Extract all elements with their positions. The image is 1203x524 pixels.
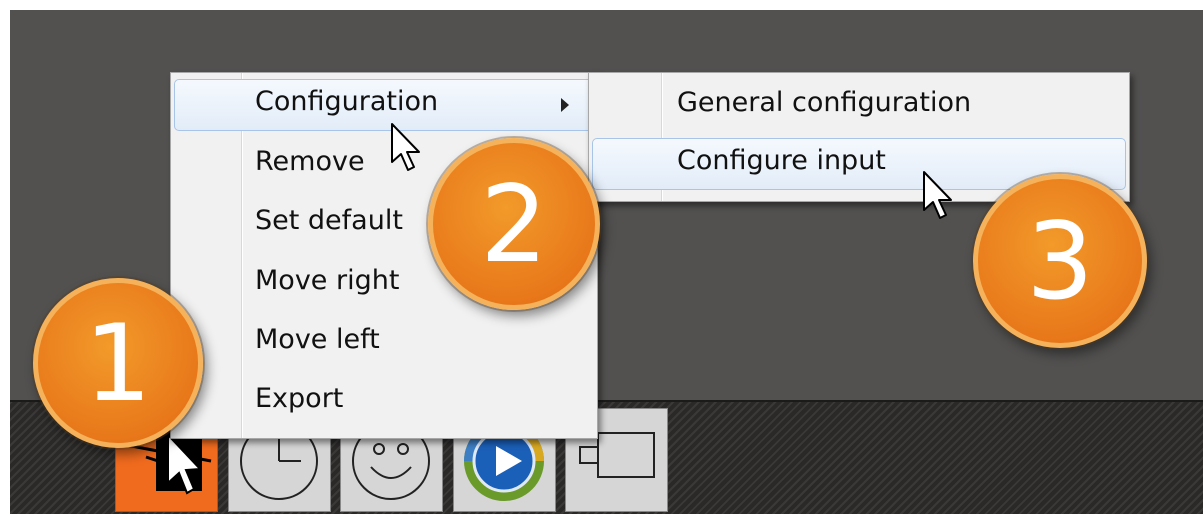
step-badge-2: 2	[428, 138, 600, 310]
menu-item-label: Move right	[255, 265, 400, 296]
menu-item-configuration[interactable]: Configuration	[171, 76, 597, 134]
menu-item-label: Configure input	[677, 145, 886, 176]
mouse-cursor-icon	[923, 171, 952, 219]
step-badge-1: 1	[33, 278, 203, 448]
step-badge-3: 3	[973, 174, 1147, 348]
mouse-cursor-icon	[391, 123, 420, 171]
menu-item-label: Export	[255, 383, 344, 414]
menu-item-label: Configuration	[255, 86, 439, 117]
menu-item-label: Move left	[255, 324, 380, 355]
desktop-frame: Configuration Remove Set default Move ri…	[10, 10, 1203, 514]
menu-item-label: Remove	[255, 146, 365, 177]
menu-item-general-configuration[interactable]: General configuration	[589, 77, 1129, 135]
menu-item-move-left[interactable]: Move left	[171, 314, 597, 372]
menu-item-label: Set default	[255, 205, 403, 236]
menu-item-label: General configuration	[677, 87, 972, 118]
submenu-arrow-icon	[561, 98, 569, 112]
menu-item-export[interactable]: Export	[171, 373, 597, 431]
